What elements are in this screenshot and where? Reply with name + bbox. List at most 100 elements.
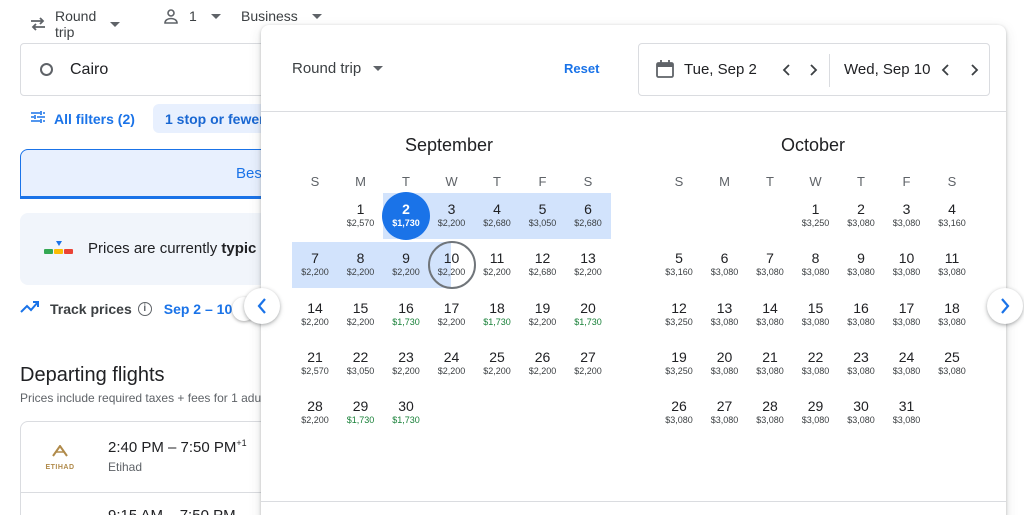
flight-card[interactable]: ETIHAD 2:40 PM – 7:50 PM+1 Etihad xyxy=(20,421,280,493)
calendar-day[interactable]: 2 $3,080 xyxy=(838,193,884,239)
calendar-day[interactable]: 2 $1,730 xyxy=(383,193,429,239)
day-price: $2,200 xyxy=(437,365,466,376)
calendar-day[interactable]: 10 $3,080 xyxy=(884,242,930,288)
calendar-day[interactable]: 3 $3,080 xyxy=(884,193,930,239)
passengers-dropdown[interactable]: 1 xyxy=(163,8,221,24)
cabin-dropdown[interactable]: Business xyxy=(241,8,322,24)
calendar-day[interactable]: 17 $2,200 xyxy=(429,292,475,338)
day-price: $3,080 xyxy=(756,365,784,376)
calendar-day[interactable]: 23 $2,200 xyxy=(383,341,429,387)
calendar-day[interactable]: 22 $3,080 xyxy=(793,341,839,387)
return-next-button[interactable] xyxy=(964,60,984,80)
calendar-day[interactable]: 16 $1,730 xyxy=(383,292,429,338)
day-number: 30 xyxy=(398,398,414,415)
calendar-day[interactable]: 4 $2,680 xyxy=(474,193,520,239)
calendar-day[interactable]: 29 $3,080 xyxy=(793,390,839,436)
calendar-day[interactable]: 23 $3,080 xyxy=(838,341,884,387)
day-number: 29 xyxy=(352,398,369,415)
info-icon[interactable]: i xyxy=(137,301,152,316)
day-price: $3,080 xyxy=(938,316,966,327)
calendar-day[interactable]: 29 $1,730 xyxy=(338,390,384,436)
price-insight-text: Prices are currently typic xyxy=(88,240,256,257)
calendar-day[interactable]: 7 $3,080 xyxy=(747,242,793,288)
calendar-day[interactable]: 30 $3,080 xyxy=(838,390,884,436)
departure-next-button[interactable] xyxy=(803,60,823,80)
calendar-day[interactable]: 26 $2,200 xyxy=(520,341,566,387)
calendar-day[interactable]: 3 $2,200 xyxy=(429,193,475,239)
day-number: 16 xyxy=(398,299,414,316)
person-icon xyxy=(163,8,179,24)
calendar-day[interactable]: 30 $1,730 xyxy=(383,390,429,436)
day-number: 24 xyxy=(443,348,460,365)
reset-button[interactable]: Reset xyxy=(564,61,599,76)
calendar-day[interactable]: 16 $3,080 xyxy=(838,292,884,338)
calendar-day[interactable]: 13 $2,200 xyxy=(565,242,611,288)
calendar-day[interactable]: 25 $2,200 xyxy=(474,341,520,387)
flight-card[interactable]: 9:15 AM – 7:50 PM xyxy=(20,492,280,515)
calendar-day[interactable]: 6 $2,680 xyxy=(565,193,611,239)
calendar-day[interactable]: 9 $3,080 xyxy=(838,242,884,288)
calendar-day[interactable]: 5 $3,160 xyxy=(656,242,702,288)
day-number: 7 xyxy=(311,250,319,267)
prev-month-button[interactable] xyxy=(244,288,280,324)
calendar-day[interactable]: 6 $3,080 xyxy=(702,242,748,288)
calendar-day[interactable]: 28 $3,080 xyxy=(747,390,793,436)
trip-type-dropdown[interactable]: Round trip xyxy=(29,8,121,40)
all-filters-button[interactable]: All filters (2) xyxy=(20,104,135,133)
calendar-day[interactable]: 21 $2,570 xyxy=(292,341,338,387)
calendar-day[interactable]: 24 $2,200 xyxy=(429,341,475,387)
day-price: $1,730 xyxy=(392,218,420,228)
calendar-day[interactable]: 20 $1,730 xyxy=(565,292,611,338)
calendar-day[interactable]: 25 $3,080 xyxy=(929,341,975,387)
calendar-day[interactable]: 13 $3,080 xyxy=(702,292,748,338)
return-date-input[interactable]: Wed, Sep 10 xyxy=(844,61,930,78)
calendar-day[interactable]: 5 $3,050 xyxy=(520,193,566,239)
day-number: 4 xyxy=(948,201,956,217)
calendar-day[interactable]: 12 $2,680 xyxy=(520,242,566,288)
return-prev-button[interactable] xyxy=(936,60,956,80)
calendar-day[interactable]: 12 $3,250 xyxy=(656,292,702,338)
calendar-day[interactable]: 27 $3,080 xyxy=(702,390,748,436)
tab-best-label: Bes xyxy=(236,165,262,182)
calendar-day[interactable]: 19 $3,250 xyxy=(656,341,702,387)
day-price: $3,080 xyxy=(801,365,830,376)
calendar-day[interactable]: 14 $3,080 xyxy=(747,292,793,338)
day-number: 9 xyxy=(402,250,410,267)
stops-filter-chip[interactable]: 1 stop or fewer xyxy=(153,104,277,133)
calendar-day[interactable]: 19 $2,200 xyxy=(520,292,566,338)
calendar-day[interactable]: 1 $2,570 xyxy=(338,193,384,239)
day-number: 28 xyxy=(307,398,323,415)
calendar-day[interactable]: 10 $2,200 xyxy=(429,242,475,288)
calendar-day[interactable]: 7 $2,200 xyxy=(292,242,338,288)
calendar-day[interactable]: 20 $3,080 xyxy=(702,341,748,387)
chevron-left-icon xyxy=(782,64,790,76)
calendar-day[interactable]: 11 $2,200 xyxy=(474,242,520,288)
picker-trip-type-dropdown[interactable]: Round trip xyxy=(292,60,384,77)
calendar-day[interactable]: 18 $3,080 xyxy=(929,292,975,338)
calendar-day[interactable]: 22 $3,050 xyxy=(338,341,384,387)
calendar-day[interactable]: 24 $3,080 xyxy=(884,341,930,387)
departure-prev-button[interactable] xyxy=(777,60,797,80)
day-price: $1,730 xyxy=(574,316,602,327)
tab-best[interactable]: Bes xyxy=(20,149,280,199)
calendar-day[interactable]: 15 $3,080 xyxy=(793,292,839,338)
departure-date-input[interactable]: Tue, Sep 2 xyxy=(684,61,757,78)
calendar-day[interactable]: 8 $3,080 xyxy=(793,242,839,288)
calendar-day[interactable]: 18 $1,730 xyxy=(474,292,520,338)
origin-input[interactable]: Cairo xyxy=(20,43,280,96)
weekday-label: M xyxy=(355,174,366,189)
calendar-day[interactable]: 27 $2,200 xyxy=(565,341,611,387)
calendar-day[interactable]: 4 $3,160 xyxy=(929,193,975,239)
calendar-day[interactable]: 14 $2,200 xyxy=(292,292,338,338)
calendar-day[interactable]: 9 $2,200 xyxy=(383,242,429,288)
calendar-day[interactable]: 26 $3,080 xyxy=(656,390,702,436)
calendar-day[interactable]: 28 $2,200 xyxy=(292,390,338,436)
calendar-day[interactable]: 11 $3,080 xyxy=(929,242,975,288)
next-month-button[interactable] xyxy=(987,288,1023,324)
calendar-day[interactable]: 1 $3,250 xyxy=(793,193,839,239)
calendar-day[interactable]: 15 $2,200 xyxy=(338,292,384,338)
calendar-day[interactable]: 21 $3,080 xyxy=(747,341,793,387)
calendar-day[interactable]: 31 $3,080 xyxy=(884,390,930,436)
calendar-day[interactable]: 17 $3,080 xyxy=(884,292,930,338)
calendar-day[interactable]: 8 $2,200 xyxy=(338,242,384,288)
